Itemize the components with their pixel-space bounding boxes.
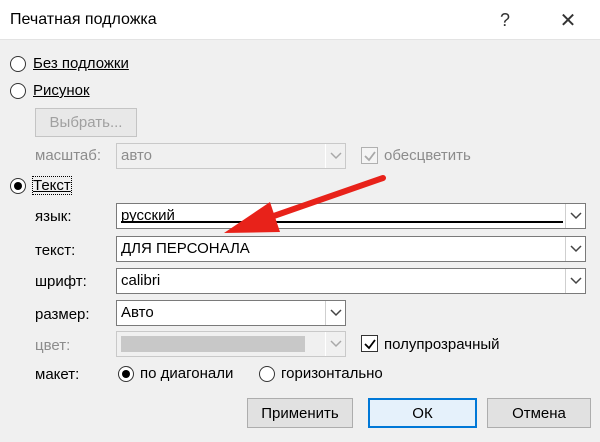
close-button[interactable]: ✕ (553, 5, 583, 35)
text-watermark-radio[interactable] (10, 178, 26, 194)
checkmark-icon (364, 339, 376, 350)
text-watermark-label: Текст (32, 176, 72, 195)
no-watermark-label: Без подложки (33, 55, 129, 72)
color-label: цвет: (35, 337, 71, 354)
help-button[interactable]: ? (490, 5, 520, 35)
ok-button[interactable]: ОК (368, 398, 477, 428)
size-combo[interactable]: Авто (116, 300, 346, 326)
text-label: текст: (35, 242, 76, 259)
language-combo[interactable]: русский (116, 203, 586, 229)
size-label: размер: (35, 306, 90, 323)
language-label: язык: (35, 208, 72, 225)
semitransparent-label: полупрозрачный (384, 336, 500, 353)
picture-radio[interactable] (10, 83, 26, 99)
chevron-down-icon (565, 269, 585, 293)
washout-checkbox[interactable] (361, 147, 378, 164)
text-combo[interactable]: ДЛЯ ПЕРСОНАЛА (116, 236, 586, 262)
text-value: ДЛЯ ПЕРСОНАЛА (121, 240, 250, 257)
washout-label: обесцветить (384, 147, 471, 164)
scale-label: масштаб: (35, 147, 101, 164)
font-label: шрифт: (35, 273, 87, 290)
size-value: Авто (121, 304, 154, 321)
scale-value: авто (121, 147, 153, 164)
diagonal-radio[interactable] (118, 366, 134, 382)
no-watermark-radio[interactable] (10, 56, 26, 72)
select-picture-button[interactable]: Выбрать... (35, 108, 137, 137)
chevron-down-icon (565, 237, 585, 261)
chevron-down-icon (325, 301, 345, 325)
chevron-down-icon (325, 144, 345, 168)
color-combo[interactable] (116, 331, 346, 357)
semitransparent-checkbox[interactable] (361, 335, 378, 352)
color-swatch (121, 336, 305, 352)
diagonal-label: по диагонали (140, 365, 234, 382)
font-value: calibri (121, 272, 161, 289)
horizontal-radio[interactable] (259, 366, 275, 382)
dialog-title: Печатная подложка (10, 11, 157, 28)
language-underline (121, 221, 563, 223)
title-bar: Печатная подложка ? ✕ (0, 0, 600, 40)
picture-label: Рисунок (33, 82, 90, 99)
apply-button[interactable]: Применить (247, 398, 353, 428)
cancel-button[interactable]: Отмена (487, 398, 591, 428)
font-combo[interactable]: calibri (116, 268, 586, 294)
chevron-down-icon (325, 332, 345, 356)
horizontal-label: горизонтально (281, 365, 383, 382)
checkmark-icon (364, 151, 376, 162)
layout-label: макет: (35, 366, 80, 383)
chevron-down-icon (565, 204, 585, 228)
scale-combo[interactable]: авто (116, 143, 346, 169)
